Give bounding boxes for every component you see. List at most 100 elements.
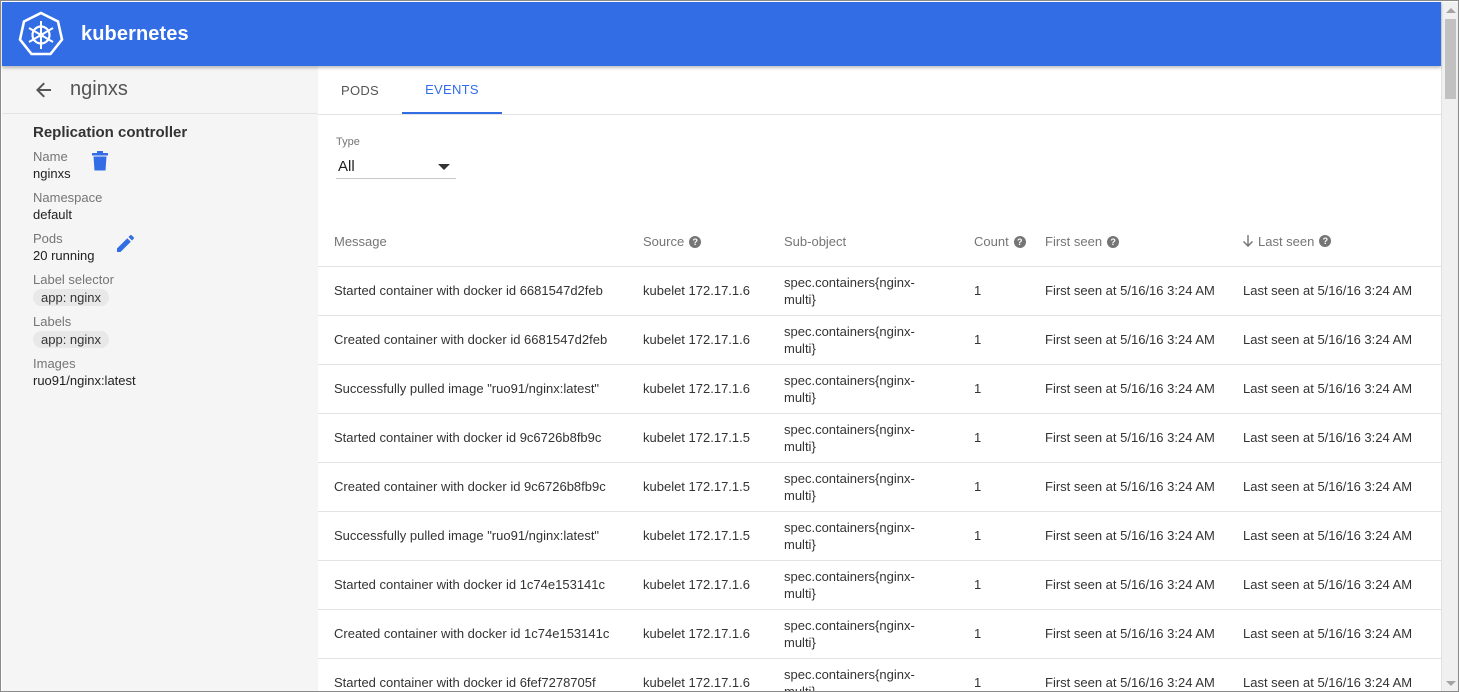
source-header-label: Source [643,234,685,250]
event-count-text: 1 [974,332,982,347]
images-field: Images ruo91/nginx:latest [33,356,318,389]
event-last-seen: Last seen at 5/16/16 3:24 AM [1243,511,1441,561]
question-circle-icon[interactable]: ? [689,235,702,248]
event-first-seen-text: First seen at 5/16/16 3:24 AM [1045,577,1215,592]
type-select[interactable]: All [336,155,456,179]
arrow-down-icon [1243,235,1253,247]
sidebar: nginxs Replication controller Name nginx… [2,66,318,691]
event-first-seen: First seen at 5/16/16 3:24 AM [1045,658,1243,691]
event-first-seen: First seen at 5/16/16 3:24 AM [1045,609,1243,659]
event-first-seen: First seen at 5/16/16 3:24 AM [1045,413,1243,463]
event-last-seen-text: Last seen at 5/16/16 3:24 AM [1243,381,1413,396]
event-source: kubelet 172.17.1.6 [643,560,784,610]
event-message: Created container with docker id 1c74e15… [318,609,643,659]
event-first-seen-text: First seen at 5/16/16 3:24 AM [1045,332,1215,347]
column-header-last-seen[interactable]: Last seen ? [1243,218,1441,267]
first-seen-header-label: First seen [1045,234,1103,250]
event-count-text: 1 [974,528,982,543]
browser-frame: kubernetes nginxs Replication controller… [0,0,1459,692]
pods-value: 20 running [33,248,95,263]
scrollbar-thumb[interactable] [1445,19,1456,99]
caret-down-icon [438,163,450,170]
event-subobject: spec.containers{nginx-multi} [784,560,974,610]
event-subobject-text: spec.containers{nginx-multi} [784,617,915,650]
event-first-seen: First seen at 5/16/16 3:24 AM [1045,364,1243,414]
event-message: Created container with docker id 9c6726b… [318,462,643,512]
table-row: Successfully pulled image "ruo91/nginx:l… [318,364,1441,414]
event-subobject-text: spec.containers{nginx-multi} [784,666,915,692]
event-subobject-text: spec.containers{nginx-multi} [784,274,915,307]
question-circle-icon[interactable]: ? [1107,235,1120,248]
tab-pods[interactable]: PODS [318,66,402,114]
table-header-row: Message Source? Sub-object Count? First … [318,218,1441,267]
event-message-text: Started container with docker id 6fef727… [334,675,596,690]
app-brand-title[interactable]: kubernetes [81,23,189,46]
sidebar-header: nginxs [2,66,318,114]
table-row: Created container with docker id 1c74e15… [318,609,1441,659]
table-row: Started container with docker id 9c6726b… [318,413,1441,463]
scroll-down-arrow-icon[interactable] [1446,681,1456,686]
event-last-seen-text: Last seen at 5/16/16 3:24 AM [1243,675,1413,690]
column-header-first-seen[interactable]: First seen? [1045,218,1243,267]
column-header-source[interactable]: Source? [643,218,784,267]
event-first-seen-text: First seen at 5/16/16 3:24 AM [1045,675,1215,690]
event-source: kubelet 172.17.1.5 [643,462,784,512]
event-last-seen-text: Last seen at 5/16/16 3:24 AM [1243,626,1413,641]
tab-bar: PODS EVENTS [318,66,1441,115]
pods-field: Pods 20 running [33,231,318,264]
event-subobject: spec.containers{nginx-multi} [784,511,974,561]
labels-label: Labels [33,314,72,329]
event-source: kubelet 172.17.1.5 [643,413,784,463]
tab-events[interactable]: EVENTS [402,66,502,114]
event-last-seen: Last seen at 5/16/16 3:24 AM [1243,560,1441,610]
event-subobject: spec.containers{nginx-multi} [784,413,974,463]
namespace-label: Namespace [33,190,103,205]
event-message-text: Started container with docker id 6681547… [334,283,603,298]
event-subobject: spec.containers{nginx-multi} [784,462,974,512]
event-last-seen: Last seen at 5/16/16 3:24 AM [1243,658,1441,691]
type-select-value: All [338,158,355,175]
event-message-text: Successfully pulled image "ruo91/nginx:l… [334,528,600,543]
event-first-seen-text: First seen at 5/16/16 3:24 AM [1045,528,1215,543]
table-row: Started container with docker id 1c74e15… [318,560,1441,610]
event-source: kubelet 172.17.1.6 [643,315,784,365]
event-last-seen: Last seen at 5/16/16 3:24 AM [1243,364,1441,414]
namespace-field: Namespace default [33,190,318,223]
event-subobject-text: spec.containers{nginx-multi} [784,372,915,405]
arrow-left-icon[interactable] [34,79,56,101]
column-header-count[interactable]: Count? [974,218,1045,267]
event-message: Successfully pulled image "ruo91/nginx:l… [318,511,643,561]
pencil-icon[interactable] [115,234,135,254]
event-first-seen: First seen at 5/16/16 3:24 AM [1045,266,1243,316]
kubernetes-logo-icon[interactable] [18,11,64,57]
event-message: Started container with docker id 6fef727… [318,658,643,691]
event-subobject: spec.containers{nginx-multi} [784,266,974,316]
trash-icon[interactable] [91,151,111,171]
event-last-seen-text: Last seen at 5/16/16 3:24 AM [1243,479,1413,494]
name-field: Name nginxs [33,149,318,182]
vertical-scrollbar[interactable] [1441,2,1458,691]
event-last-seen: Last seen at 5/16/16 3:24 AM [1243,462,1441,512]
event-count-text: 1 [974,577,982,592]
question-circle-icon[interactable]: ? [1319,235,1332,247]
table-row: Successfully pulled image "ruo91/nginx:l… [318,511,1441,561]
event-count-text: 1 [974,675,982,690]
column-header-message[interactable]: Message [318,218,643,267]
event-subobject-text: spec.containers{nginx-multi} [784,323,915,356]
type-filter-label: Type [336,136,360,148]
event-count: 1 [974,609,1045,659]
column-header-subobject[interactable]: Sub-object [784,218,974,267]
event-count: 1 [974,315,1045,365]
resource-details: Replication controller Name nginxs Names… [2,114,318,389]
images-label: Images [33,356,76,371]
question-circle-icon[interactable]: ? [1013,235,1026,248]
scroll-up-arrow-icon[interactable] [1446,8,1456,13]
name-label: Name [33,149,68,164]
event-source: kubelet 172.17.1.6 [643,364,784,414]
event-first-seen: First seen at 5/16/16 3:24 AM [1045,560,1243,610]
event-subobject: spec.containers{nginx-multi} [784,315,974,365]
details-section-title: Replication controller [33,124,188,141]
label-selector-chip: app: nginx [33,289,109,306]
table-row: Started container with docker id 6681547… [318,266,1441,316]
pods-label: Pods [33,231,63,246]
